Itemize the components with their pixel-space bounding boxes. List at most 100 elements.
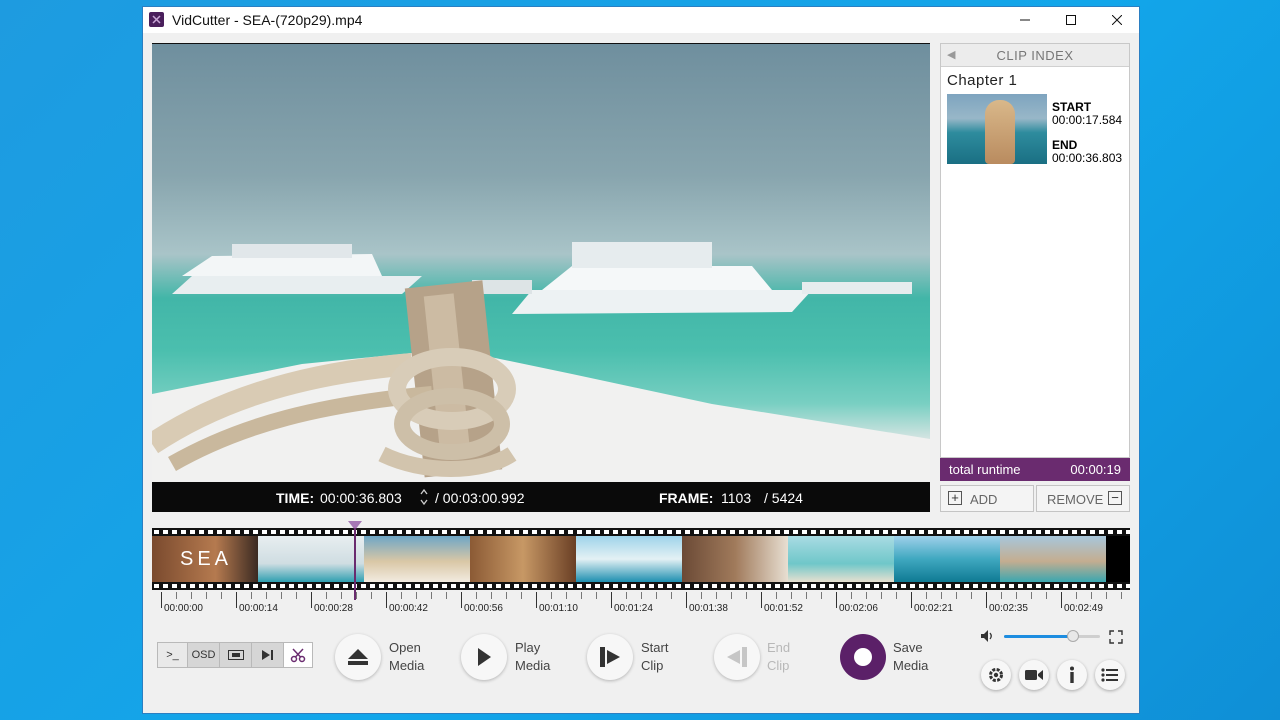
add-clip-button[interactable]: + ADD [940, 485, 1034, 512]
ruler-minor-tick [701, 592, 702, 599]
filmstrip-frame [576, 536, 682, 582]
list-icon [1101, 668, 1118, 682]
menu-button[interactable] [1095, 660, 1125, 690]
play-media-button[interactable] [461, 634, 507, 680]
ruler-minor-tick [431, 592, 432, 599]
ruler-tick [536, 592, 537, 608]
ruler-minor-tick [881, 592, 882, 599]
ruler-tick [986, 592, 987, 608]
clip-index-panel: ◀ CLIP INDEX Chapter 1 START 00:00:17.58… [940, 43, 1130, 458]
ruler-minor-tick [806, 592, 807, 599]
timeline-ruler: 00:00:00 00:00:14 00:00:28 00:00:42 00:00:56… [152, 592, 1130, 618]
ruler-minor-tick [476, 592, 477, 599]
ruler-minor-tick [746, 592, 747, 599]
ruler-minor-tick [266, 592, 267, 599]
thumbnail-frames: SEA [152, 536, 1130, 582]
media-info-button[interactable] [1019, 660, 1049, 690]
ruler-minor-tick [356, 592, 357, 599]
ruler-minor-tick [371, 592, 372, 599]
frame-label: FRAME: [659, 490, 714, 506]
remove-clip-button[interactable]: REMOVE − [1036, 485, 1130, 512]
ruler-minor-tick [521, 592, 522, 599]
ruler-minor-tick [251, 592, 252, 599]
plus-icon: + [948, 491, 962, 505]
ruler-minor-tick [1121, 592, 1122, 599]
chapter-name[interactable]: Chapter 1 [947, 72, 1017, 89]
thumbnails-toggle[interactable] [220, 643, 252, 667]
clip-end-value: 00:00:36.803 [1052, 151, 1123, 165]
filmstrip-frame [1106, 536, 1130, 582]
filmstrip-frame [894, 536, 1000, 582]
open-media-button[interactable] [335, 634, 381, 680]
gear-icon [989, 668, 1003, 682]
filmstrip-frame [1000, 536, 1106, 582]
ruler-minor-tick [656, 592, 657, 599]
ruler-minor-tick [1076, 592, 1077, 599]
window-content: TIME: 00:00:36.803 / 00:03:00.992 FRAME:… [142, 6, 1140, 714]
ruler-minor-tick [626, 592, 627, 599]
ruler-tick [911, 592, 912, 608]
time-spinner-icon[interactable] [419, 487, 429, 510]
sprocket-holes-bottom [152, 583, 1130, 589]
total-runtime-bar: total runtime 00:00:19 [940, 458, 1130, 481]
save-media-button[interactable] [840, 634, 886, 680]
start-clip-button[interactable] [587, 634, 633, 680]
console-button[interactable]: >_ [158, 643, 188, 667]
clip-end-icon [727, 647, 747, 667]
clip-index-header[interactable]: ◀ CLIP INDEX [941, 44, 1129, 67]
ruler-tick-label: 00:01:38 [689, 603, 728, 614]
timeline-filmstrip[interactable]: SEA [152, 528, 1130, 590]
ruler-minor-tick [446, 592, 447, 599]
fullscreen-icon[interactable] [1109, 630, 1123, 649]
ruler-minor-tick [551, 592, 552, 599]
volume-slider-fill [1004, 635, 1074, 638]
filmstrip-title: SEA [180, 548, 233, 570]
ruler-minor-tick [581, 592, 582, 599]
current-frame: 1103 [721, 490, 752, 506]
playhead-line[interactable] [354, 528, 356, 600]
end-clip-button[interactable] [714, 634, 760, 680]
ruler-minor-tick [926, 592, 927, 599]
skip-frame-toggle[interactable] [252, 643, 284, 667]
volume-icon[interactable] [980, 629, 996, 648]
smartcut-toggle[interactable] [284, 643, 312, 667]
clip-start-label: START [1052, 100, 1092, 114]
volume-slider[interactable] [1004, 630, 1100, 642]
time-label: TIME: [276, 490, 315, 506]
about-button[interactable] [1057, 660, 1087, 690]
ruler-minor-tick [716, 592, 717, 599]
ruler-tick [386, 592, 387, 608]
clip-thumbnail[interactable] [947, 94, 1047, 164]
open-media-label: Open Media [389, 640, 425, 673]
filmstrip-frame: SEA [152, 536, 258, 582]
osd-toggle[interactable]: OSD [188, 643, 220, 667]
video-camera-icon [1025, 670, 1043, 680]
ruler-tick-label: 00:02:49 [1064, 603, 1103, 614]
ruler-tick [161, 592, 162, 608]
start-clip-label: Start Clip [641, 640, 669, 673]
settings-button[interactable] [981, 660, 1011, 690]
ruler-tick [311, 592, 312, 608]
play-icon [478, 648, 491, 666]
filmstrip-frame [788, 536, 894, 582]
runtime-value: 00:00:19 [1070, 462, 1121, 477]
ruler-minor-tick [206, 592, 207, 599]
ruler-minor-tick [896, 592, 897, 599]
ruler-minor-tick [326, 592, 327, 599]
ruler-tick [761, 592, 762, 608]
ruler-minor-tick [1016, 592, 1017, 599]
ruler-minor-tick [941, 592, 942, 599]
ruler-tick [836, 592, 837, 608]
video-player[interactable] [152, 44, 930, 482]
ruler-tick-label: 00:00:00 [164, 603, 203, 614]
ruler-minor-tick [1106, 592, 1107, 599]
ruler-tick-label: 00:00:28 [314, 603, 353, 614]
ruler-minor-tick [731, 592, 732, 599]
play-media-label: Play Media [515, 640, 551, 673]
volume-slider-handle[interactable] [1067, 630, 1080, 642]
ruler-minor-tick [176, 592, 177, 599]
ruler-minor-tick [956, 592, 957, 599]
clip-start-icon [600, 647, 620, 667]
eject-icon [348, 649, 368, 665]
clip-index-title: CLIP INDEX [996, 48, 1074, 63]
